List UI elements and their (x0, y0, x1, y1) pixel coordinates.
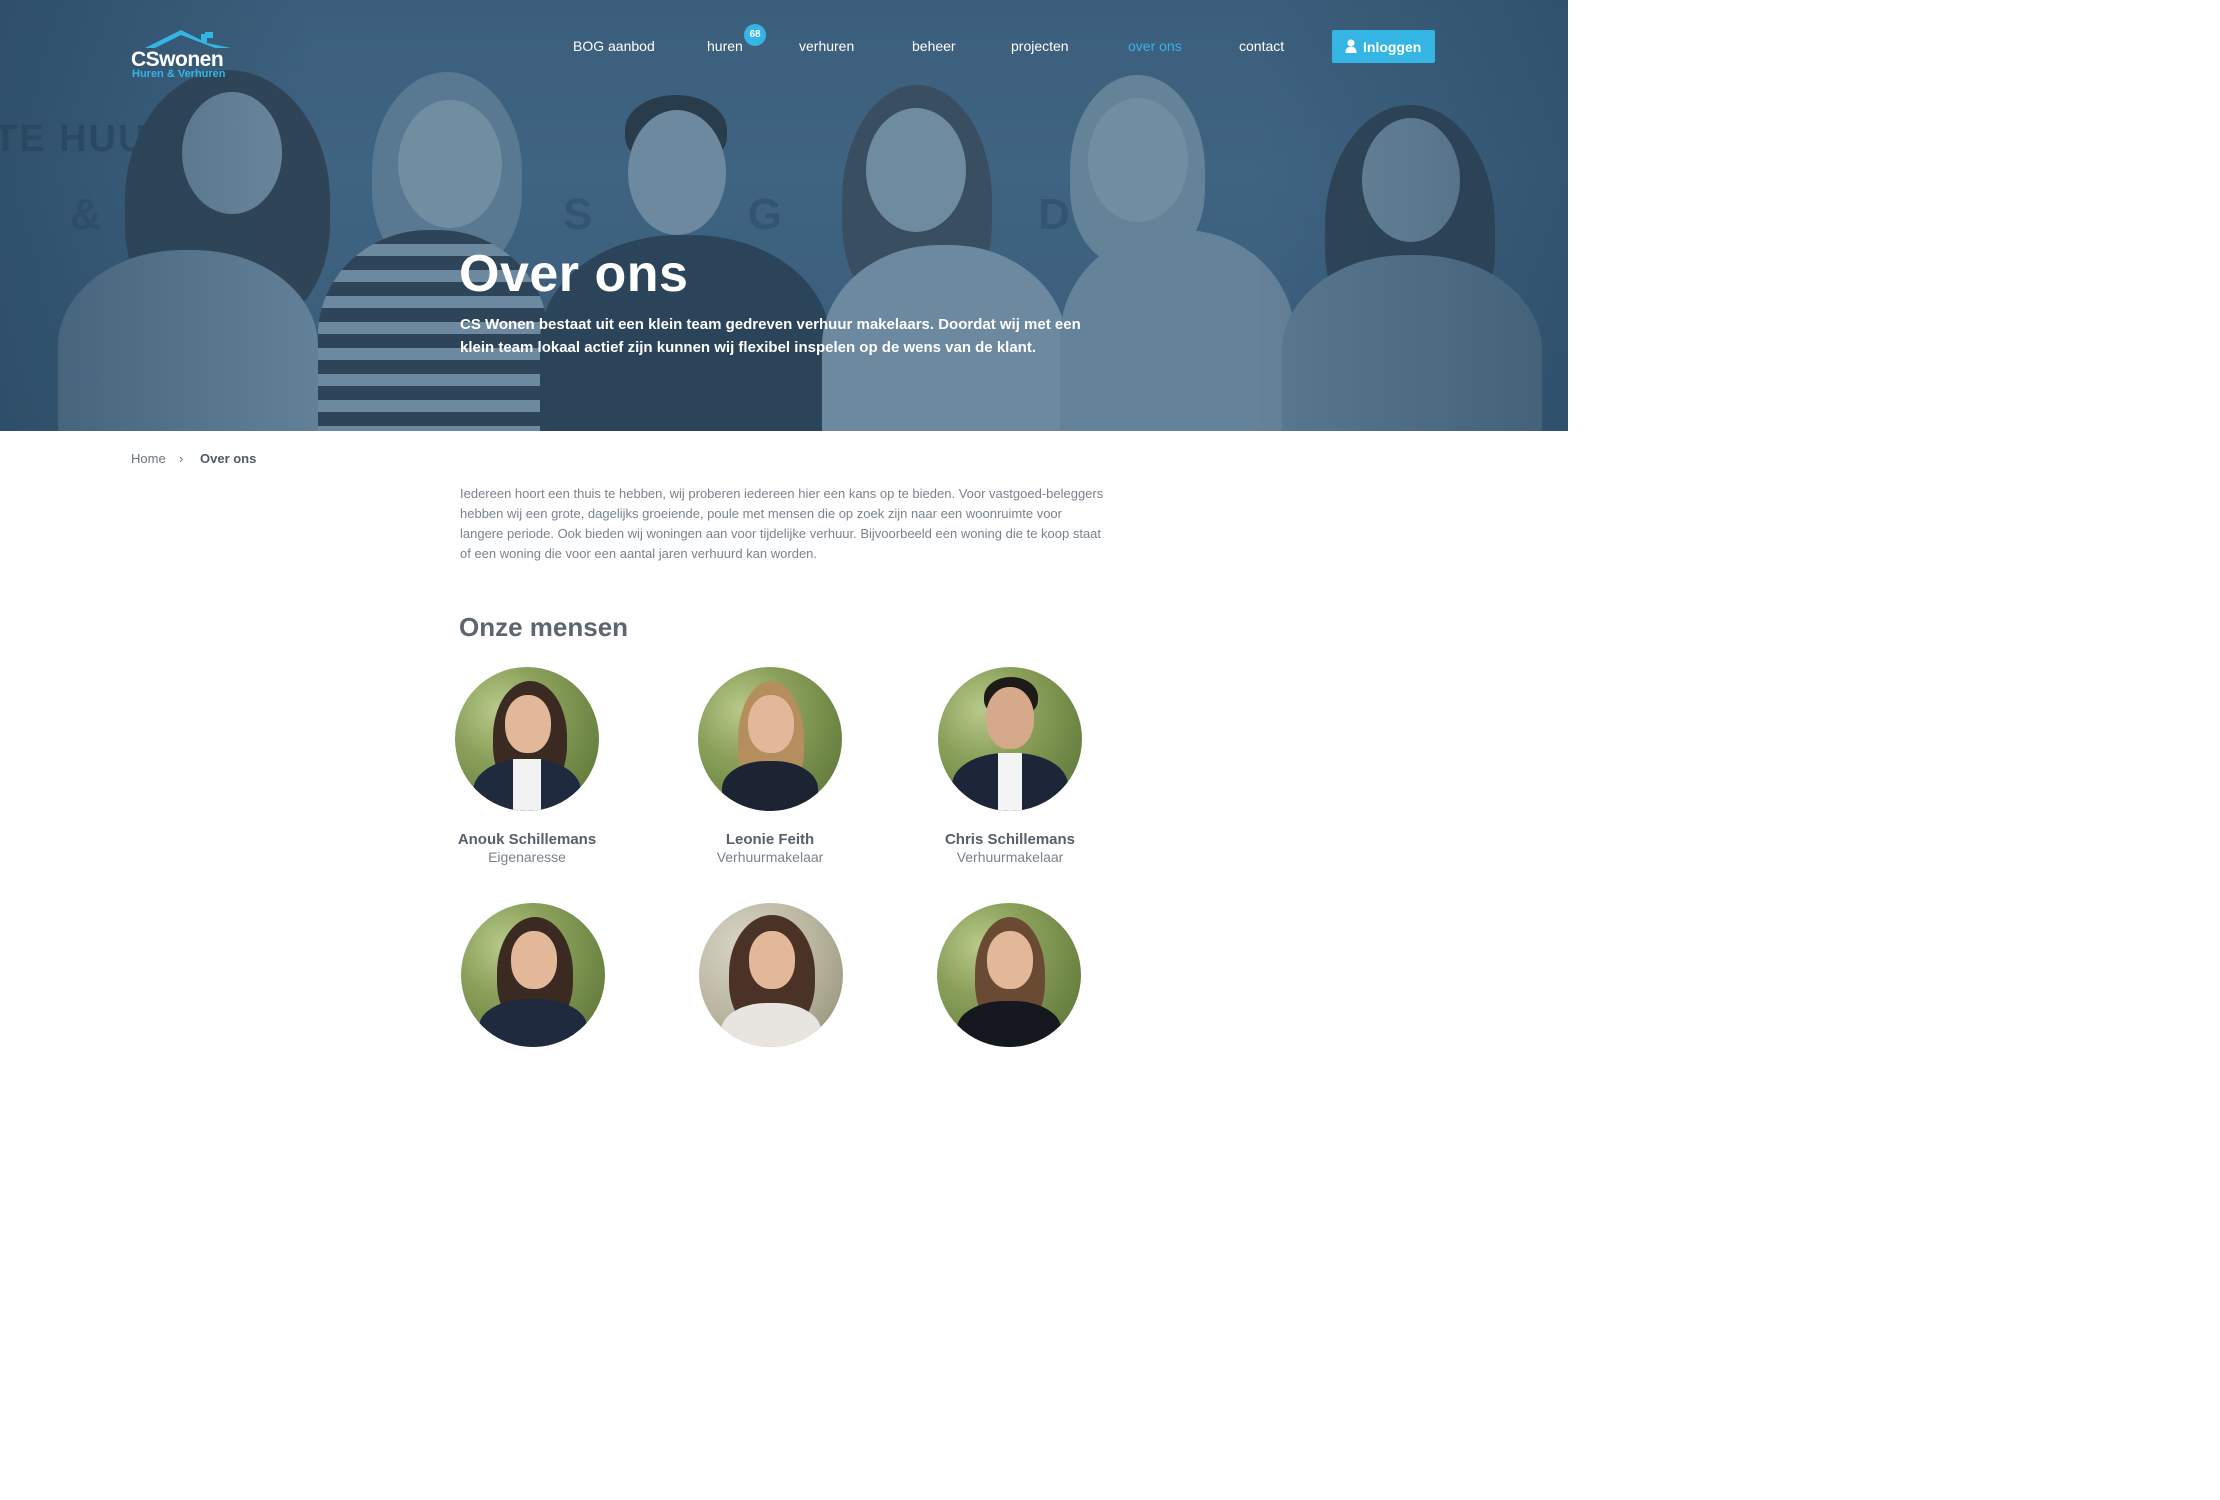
breadcrumb-home-link[interactable]: Home (131, 451, 166, 466)
team-member-card[interactable]: Leonie Feith Verhuurmakelaar (670, 667, 870, 865)
login-button[interactable]: Inloggen (1332, 30, 1435, 63)
hero-lead-text: CS Wonen bestaat uit een klein team gedr… (460, 316, 1081, 356)
intro-paragraph: Iedereen hoort een thuis te hebben, wij … (460, 486, 1104, 561)
avatar (699, 903, 843, 1047)
avatar (461, 903, 605, 1047)
user-icon (1345, 39, 1357, 53)
breadcrumb-current: Over ons (200, 451, 257, 466)
team-member-card[interactable] (909, 903, 1109, 1067)
avatar (455, 667, 599, 811)
huren-count-badge: 68 (744, 24, 766, 46)
team-section-title: Onze mensen (459, 612, 629, 642)
member-name: Leonie Feith (725, 831, 815, 848)
nav-item-bog-aanbod[interactable]: BOG aanbod (573, 38, 655, 58)
nav-item-huren[interactable]: huren (707, 38, 743, 58)
member-name: Anouk Schillemans (457, 831, 597, 848)
member-role: Verhuurmakelaar (716, 849, 824, 865)
house-roof-icon (145, 30, 231, 48)
team-member-card[interactable] (671, 903, 871, 1067)
nav-item-beheer[interactable]: beheer (912, 38, 956, 58)
nav-item-verhuren[interactable]: verhuren (799, 38, 854, 58)
avatar (698, 667, 842, 811)
member-role: Verhuurmakelaar (956, 849, 1064, 865)
nav-item-projecten[interactable]: projecten (1011, 38, 1069, 58)
team-member-card[interactable] (433, 903, 633, 1067)
team-member-card[interactable]: Anouk Schillemans Eigenaresse (427, 667, 627, 865)
nav-item-over-ons[interactable]: over ons (1128, 38, 1182, 58)
site-logo[interactable]: CSwonen Huren & Verhuren (131, 28, 241, 82)
avatar (937, 903, 1081, 1047)
member-name: Chris Schillemans (944, 831, 1076, 848)
avatar (938, 667, 1082, 811)
logo-tagline: Huren & Verhuren (132, 68, 226, 80)
team-member-card[interactable]: Chris Schillemans Verhuurmakelaar (910, 667, 1110, 865)
chevron-right-icon: › (179, 451, 184, 466)
nav-item-contact[interactable]: contact (1239, 38, 1284, 58)
member-role: Eigenaresse (488, 849, 566, 865)
login-label: Inloggen (1363, 39, 1422, 55)
page-title: Over ons (459, 245, 689, 303)
